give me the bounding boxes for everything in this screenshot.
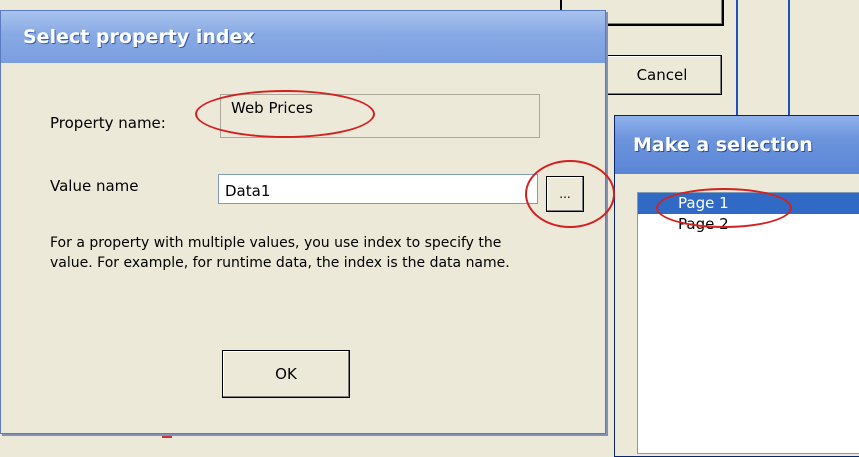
cancel-button[interactable]: Cancel xyxy=(602,55,722,95)
annotation-ellipse-page-1 xyxy=(656,188,792,228)
property-name-label: Property name: xyxy=(50,114,166,132)
dialog-title: Select property index xyxy=(23,26,255,48)
help-text: For a property with multiple values, you… xyxy=(50,235,510,271)
select-property-index-titlebar[interactable]: Select property index xyxy=(1,11,605,63)
value-name-label: Value name xyxy=(50,177,139,195)
ok-button-label: OK xyxy=(275,365,297,383)
make-selection-title: Make a selection xyxy=(633,134,813,156)
make-selection-dialog: Make a selection Page 1 Page 2 xyxy=(614,115,859,457)
ok-button[interactable]: OK xyxy=(222,350,350,398)
selection-list[interactable]: Page 1 Page 2 xyxy=(637,192,859,454)
annotation-ellipse-browse-button xyxy=(525,160,615,228)
cancel-button-label: Cancel xyxy=(636,66,688,84)
value-name-input[interactable] xyxy=(218,174,538,204)
annotation-ellipse-property-name xyxy=(195,90,375,138)
make-selection-titlebar[interactable]: Make a selection xyxy=(615,116,859,174)
